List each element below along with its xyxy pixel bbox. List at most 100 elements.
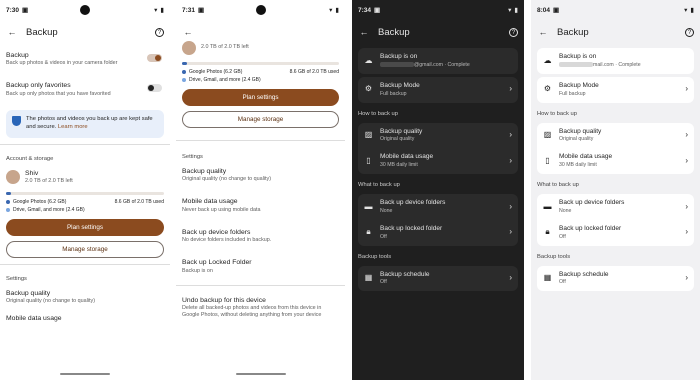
favorites-toggle[interactable] (147, 84, 162, 93)
gesture-bar (235, 373, 286, 375)
locked-folder-row[interactable]: 🔒︎ Back up locked folder Off › (358, 220, 518, 246)
shield-icon (12, 115, 21, 126)
favorites-toggle-row[interactable]: Backup only favorites Back up only photo… (0, 77, 170, 101)
setting-label: Undo backup for this device (182, 296, 266, 304)
mode-sub: Full backup (559, 90, 586, 97)
divider (0, 264, 170, 266)
backup-quality-row[interactable]: ▨ Backup quality Original quality › (358, 123, 518, 149)
legend-label: Drive, Gmail, and more (2.4 GB) (189, 77, 261, 83)
mobile-data-row[interactable]: ▯ Mobile data usage 30 MB daily limit › (358, 148, 518, 174)
section-how: How to back up (358, 110, 398, 117)
legend-item: Google Photos (6.2 GB) 8.6 GB of 2.0 TB u… (176, 68, 345, 76)
manage-storage-button[interactable]: Manage storage (6, 241, 164, 259)
mode-label: Backup Mode (559, 81, 599, 89)
back-arrow-icon[interactable]: ← (6, 27, 18, 39)
how-group: ▨ Backup quality Original quality › ▯ Mob… (358, 122, 518, 175)
device-folders-row[interactable]: ▬ Back up device folders None › (537, 194, 694, 220)
setting-sub: Delete all backed-up photos and videos f… (182, 305, 322, 319)
schedule-sub: Off (559, 279, 566, 286)
manage-storage-button[interactable]: Manage storage (182, 111, 339, 128)
backup-schedule-card[interactable]: ▦ Backup schedule Off › (537, 265, 694, 292)
folders-label: Back up device folders (559, 199, 625, 207)
wifi-icon: ▾ (329, 7, 333, 14)
status-time: 7:30 (6, 6, 20, 14)
section-what: What to back up (537, 182, 579, 189)
quality-label: Backup quality (380, 127, 423, 135)
status-time: 7:34 (358, 6, 372, 14)
storage-bar-fill (6, 192, 11, 196)
help-icon[interactable]: ? (155, 28, 164, 37)
what-group: ▬ Back up device folders None › 🔒︎ Back u… (537, 194, 694, 246)
storage-bar-fill (182, 62, 187, 65)
status-bar: 7:34 ▣ ▾ ▮ (352, 0, 524, 20)
mobile-sub: 30 MB daily limit (559, 162, 597, 169)
chevron-right-icon: › (685, 130, 688, 140)
quality-sub: Original quality (559, 136, 594, 143)
camera-cutout (255, 5, 266, 15)
device-folders-row[interactable]: ▬ Back up device folders None › (358, 194, 518, 220)
learn-more-link[interactable]: Learn more (58, 124, 88, 130)
screen-1: 7:30 ▣ ▾ ▮ ← Backup ? Backup Back up photo… (0, 0, 170, 380)
status-bar: 7:30 ▣ ▾ ▮ (0, 0, 170, 20)
backup-status: · Complete (615, 61, 641, 68)
mobile-sub: 30 MB daily limit (380, 162, 418, 169)
setting-row[interactable]: Back up Locked Folder Backup is on (176, 254, 345, 278)
chevron-right-icon: › (685, 84, 688, 94)
divider (0, 143, 170, 145)
setting-row[interactable]: Undo backup for this device Delete all ba… (176, 292, 345, 324)
quality-sub: Original quality (380, 136, 415, 143)
back-arrow-icon[interactable]: ← (358, 27, 370, 39)
legend-value: 8.6 GB of 2.0 TB used (114, 199, 164, 206)
battery-icon: ▮ (690, 7, 694, 14)
account-row[interactable]: 2.0 TB of 2.0 TB left (176, 37, 345, 59)
setting-row[interactable]: Mobile data usage Never back up using mob… (176, 193, 345, 217)
divider (176, 284, 345, 286)
plan-settings-button[interactable]: Plan settings (182, 89, 339, 106)
redacted-email (380, 61, 414, 67)
locked-sub: Off (380, 233, 387, 240)
email-domain: @gmail.com (414, 61, 443, 68)
account-row[interactable]: Shiv 2.0 TB of 2.0 TB left (0, 165, 170, 189)
help-icon[interactable]: ? (509, 28, 518, 37)
backup-toggle[interactable] (147, 54, 162, 62)
quality-label: Backup quality (6, 290, 51, 298)
setting-sub: Original quality (no change to quality) (182, 176, 271, 183)
plan-settings-button[interactable]: Plan settings (6, 219, 164, 237)
wifi-icon: ▾ (508, 7, 512, 14)
backup-status-card[interactable]: ☁ Backup is on mail.com · Complete (537, 48, 694, 74)
screen-3: 7:34 ▣ ▾ ▮ ← Backup ? ☁ Backup is on @gmail… (352, 0, 524, 380)
setting-label: Mobile data usage (182, 198, 238, 206)
chevron-right-icon: › (685, 201, 688, 211)
locked-folder-row[interactable]: 🔒︎ Back up locked folder Off › (537, 220, 694, 246)
phone-icon: ▯ (545, 155, 550, 165)
backup-quality-row[interactable]: Backup quality Original quality (no chan… (0, 285, 170, 309)
camera-cutout (80, 5, 90, 15)
legend-label: Drive, Gmail, and more (2.4 GB) (13, 207, 85, 214)
mobile-data-row[interactable]: Mobile data usage (0, 310, 170, 327)
setting-row[interactable]: Backup quality Original quality (no chang… (176, 163, 345, 187)
backup-toggle-row[interactable]: Backup Back up photos & videos in your c… (0, 47, 170, 71)
backup-mode-card[interactable]: ⚙ Backup Mode Full backup › (537, 76, 694, 103)
folder-icon: ▬ (364, 201, 373, 211)
backup-schedule-card[interactable]: ▦ Backup schedule Off › (358, 265, 518, 292)
battery-icon: ▮ (160, 7, 164, 14)
backup-mode-card[interactable]: ⚙ Backup Mode Full backup › (358, 76, 518, 103)
backup-quality-row[interactable]: ▨ Backup quality Original quality › (537, 123, 694, 149)
backup-on-label: Backup is on (380, 53, 418, 60)
screens: 7:30 ▣ ▾ ▮ ← Backup ? Backup Back up photo… (0, 0, 700, 380)
screen-4: 8:04 ▣ ▾ ▮ ← Backup ? ☁ Backup is on mail.c… (531, 0, 700, 380)
quality-label: Backup quality (559, 127, 602, 135)
back-arrow-icon[interactable]: ← (537, 27, 549, 39)
chevron-right-icon: › (509, 84, 512, 94)
help-icon[interactable]: ? (685, 28, 694, 37)
mobile-data-row[interactable]: ▯ Mobile data usage 30 MB daily limit › (537, 148, 694, 174)
backup-status-card[interactable]: ☁ Backup is on @gmail.com · Complete (358, 48, 518, 74)
folders-label: Back up device folders (380, 199, 446, 207)
setting-row[interactable]: Back up device folders No device folders … (176, 224, 345, 248)
back-arrow-icon[interactable]: ← (182, 27, 194, 39)
locked-label: Back up locked folder (559, 224, 622, 232)
email-domain: mail.com (593, 61, 614, 68)
legend-label: Google Photos (6.2 GB) (13, 199, 67, 206)
page-title: Backup (26, 27, 58, 38)
legend-dot (6, 200, 10, 205)
